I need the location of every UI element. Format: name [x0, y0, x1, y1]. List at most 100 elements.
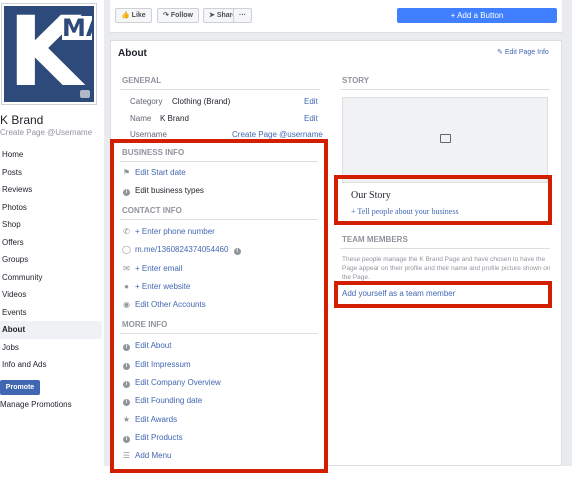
- edit-impressum-link[interactable]: Edit Impressum: [135, 360, 191, 369]
- left-sidebar: K MA K Brand Create Page @Username Home …: [0, 0, 104, 478]
- add-menu-item[interactable]: ☰ Add Menu: [122, 451, 172, 460]
- team-description: These people manage the K Brand Page and…: [342, 256, 551, 281]
- story-heading: STORY: [342, 76, 370, 85]
- email-icon: ✉: [123, 264, 130, 273]
- edit-products-link[interactable]: Edit Products: [135, 433, 183, 442]
- more-info-heading: MORE INFO: [122, 320, 168, 329]
- page-action-bar: 👍 Like ↷ Follow ➤ Share ··· + Add a Butt…: [110, 0, 562, 33]
- sidebar-item-groups[interactable]: Groups: [0, 251, 102, 269]
- globe-icon: ●: [124, 282, 129, 291]
- edit-page-info-label: Edit Page Info: [504, 49, 549, 56]
- add-yourself-link[interactable]: Add yourself as a team member: [342, 289, 455, 298]
- sidebar-item-reviews[interactable]: Reviews: [0, 181, 102, 199]
- enter-website-link[interactable]: + Enter website: [135, 282, 190, 291]
- like-label: Like: [131, 12, 146, 19]
- name-edit-link[interactable]: Edit: [304, 114, 318, 123]
- share-icon: ➤: [209, 12, 215, 19]
- info-icon: i: [122, 433, 131, 443]
- username-label: Username: [130, 130, 167, 139]
- other-accounts-item[interactable]: ◉ Edit Other Accounts: [122, 300, 206, 309]
- category-label: Category: [130, 97, 163, 106]
- edit-about-link[interactable]: Edit About: [135, 341, 171, 350]
- trophy-icon: ★: [122, 415, 131, 424]
- contact-info-heading: CONTACT INFO: [122, 206, 182, 215]
- edit-founding-date-link[interactable]: Edit Founding date: [135, 396, 202, 405]
- follow-button[interactable]: ↷ Follow: [157, 8, 199, 23]
- edit-company-overview-link[interactable]: Edit Company Overview: [135, 378, 221, 387]
- messenger-icon: ◯: [122, 245, 131, 254]
- sidebar-item-photos[interactable]: Photos: [0, 199, 102, 217]
- website-item[interactable]: ● + Enter website: [122, 282, 190, 291]
- add-menu-link[interactable]: Add Menu: [135, 451, 171, 460]
- phone-item[interactable]: ✆ + Enter phone number: [122, 227, 215, 236]
- add-a-button[interactable]: + Add a Button: [397, 8, 557, 23]
- promote-button[interactable]: Promote: [0, 380, 40, 395]
- edit-products-item[interactable]: i Edit Products: [122, 433, 183, 443]
- divider: [120, 161, 318, 162]
- messenger-item[interactable]: ◯ m.me/1360824374054460 i: [122, 245, 241, 255]
- name-label: Name: [130, 114, 152, 123]
- edit-company-overview-item[interactable]: i Edit Company Overview: [122, 378, 221, 388]
- menu-icon: ☰: [122, 451, 131, 460]
- accounts-icon: ◉: [123, 300, 130, 309]
- sidebar-item-community[interactable]: Community: [0, 269, 102, 287]
- sidebar-item-shop[interactable]: Shop: [0, 216, 102, 234]
- sidebar-item-events[interactable]: Events: [0, 304, 102, 322]
- our-story-title: Our Story: [351, 190, 391, 201]
- edit-other-accounts-link[interactable]: Edit Other Accounts: [135, 300, 206, 309]
- enter-phone-link[interactable]: + Enter phone number: [135, 227, 215, 236]
- follow-label: Follow: [170, 12, 193, 19]
- divider: [340, 89, 550, 90]
- edit-page-info-link[interactable]: ✎ Edit Page Info: [497, 48, 549, 56]
- sidebar-item-videos[interactable]: Videos: [0, 286, 102, 304]
- info-icon: i: [122, 186, 131, 196]
- like-button[interactable]: 👍 Like: [115, 8, 152, 23]
- tell-people-link[interactable]: + Tell people about your business: [351, 207, 459, 216]
- email-item[interactable]: ✉ + Enter email: [122, 264, 182, 273]
- edit-about-item[interactable]: i Edit About: [122, 341, 171, 351]
- divider: [120, 89, 320, 90]
- sidebar-item-posts[interactable]: Posts: [0, 164, 102, 182]
- edit-awards-link[interactable]: Edit Awards: [135, 415, 177, 424]
- team-members-heading: TEAM MEMBERS: [342, 235, 408, 244]
- sidebar-item-info-and-ads[interactable]: Info and Ads: [0, 356, 102, 374]
- messenger-link[interactable]: m.me/1360824374054460: [135, 245, 228, 254]
- name-value: K Brand: [160, 114, 189, 123]
- sidebar-item-about[interactable]: About: [0, 321, 102, 339]
- category-edit-link[interactable]: Edit: [304, 97, 318, 106]
- edit-business-types-item[interactable]: i Edit business types: [122, 186, 204, 196]
- enter-email-link[interactable]: + Enter email: [135, 264, 182, 273]
- edit-business-types-link[interactable]: Edit business types: [135, 186, 204, 195]
- info-icon: i: [122, 360, 131, 370]
- add-photo-icon[interactable]: [440, 134, 451, 143]
- pencil-icon: ✎: [497, 49, 503, 56]
- edit-founding-date-item[interactable]: i Edit Founding date: [122, 396, 202, 406]
- divider: [120, 219, 318, 220]
- info-icon: i: [122, 341, 131, 351]
- flag-icon: ⚑: [122, 168, 131, 177]
- business-info-heading: BUSINESS INFO: [122, 148, 185, 157]
- sidebar-item-home[interactable]: Home: [0, 146, 102, 164]
- edit-impressum-item[interactable]: i Edit Impressum: [122, 360, 191, 370]
- info-icon: i: [122, 378, 131, 388]
- more-options-button[interactable]: ···: [233, 8, 252, 23]
- divider: [120, 333, 318, 334]
- page-profile-picture[interactable]: K MA: [2, 4, 96, 104]
- manage-promotions-link[interactable]: Manage Promotions: [0, 400, 72, 409]
- divider: [340, 248, 550, 249]
- sidebar-nav: Home Posts Reviews Photos Shop Offers Gr…: [0, 146, 102, 374]
- create-username-link[interactable]: Create Page @Username: [0, 128, 92, 137]
- camera-icon[interactable]: [80, 90, 90, 98]
- edit-start-date-link[interactable]: Edit Start date: [135, 168, 186, 177]
- follow-icon: ↷: [163, 12, 169, 19]
- like-icon: 👍: [121, 12, 130, 19]
- logo-side-letters: MA: [62, 16, 94, 40]
- phone-icon: ✆: [123, 227, 130, 236]
- sidebar-item-offers[interactable]: Offers: [0, 234, 102, 252]
- sidebar-item-jobs[interactable]: Jobs: [0, 339, 102, 357]
- page-name[interactable]: K Brand: [0, 113, 43, 127]
- create-page-username-link[interactable]: Create Page @username: [232, 130, 323, 139]
- edit-awards-item[interactable]: ★ Edit Awards: [122, 415, 177, 424]
- info-icon[interactable]: i: [233, 248, 241, 255]
- edit-start-date-item[interactable]: ⚑ Edit Start date: [122, 168, 186, 177]
